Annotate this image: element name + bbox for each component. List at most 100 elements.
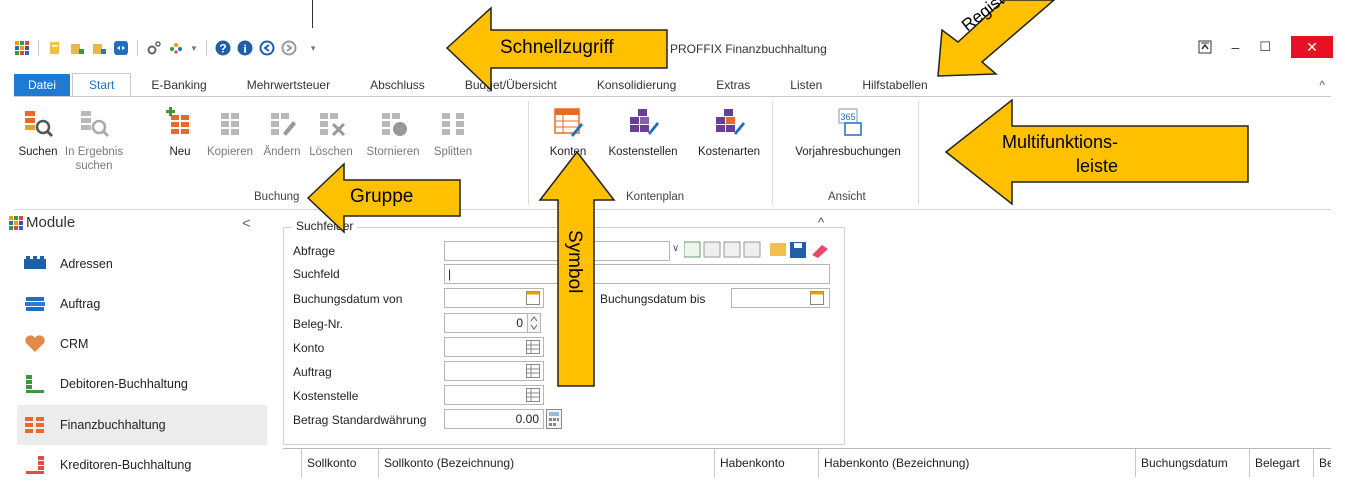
previous-year-button[interactable]: 365 Vorjahresbuchungen xyxy=(786,105,910,159)
tab-listen[interactable]: Listen xyxy=(770,74,842,96)
new-button[interactable]: Neu xyxy=(162,105,198,159)
cancel-booking-button[interactable]: Stornieren xyxy=(360,105,426,159)
sidebar-item-auftrag[interactable]: Auftrag xyxy=(17,284,267,324)
previous-year-label: Vorjahresbuchungen xyxy=(795,146,901,158)
search-records-icon xyxy=(25,111,54,138)
cost-types-button[interactable]: Kostenarten xyxy=(694,105,764,159)
minimize-button[interactable]: – xyxy=(1232,39,1240,55)
callout-schnellzugriff-label: Schnellzugriff xyxy=(500,37,614,58)
group-separator xyxy=(772,101,773,205)
label-auftrag: Auftrag xyxy=(293,365,332,379)
sidebar-item-debitoren[interactable]: Debitoren-Buchhaltung xyxy=(17,364,267,404)
tab-datei[interactable]: Datei xyxy=(14,74,71,96)
callout-register-arrow xyxy=(937,0,1056,77)
color-dots-icon[interactable] xyxy=(168,40,184,56)
sidebar-item-label: Adressen xyxy=(60,257,113,271)
delete-button[interactable]: Löschen xyxy=(308,105,354,159)
forward-icon[interactable] xyxy=(281,40,297,56)
callout-gruppe-label: Gruppe xyxy=(350,186,414,207)
delete-button-label: Löschen xyxy=(309,146,353,158)
query-dropdown-icon[interactable]: ∨ xyxy=(672,243,679,254)
new-booking-icon xyxy=(166,107,189,134)
edit-button[interactable]: Ändern xyxy=(260,105,304,159)
tab-extras[interactable]: Extras xyxy=(696,74,770,96)
split-icon xyxy=(442,113,464,135)
split-button-label: Splitten xyxy=(433,146,473,158)
results-table: Sollkonto Sollkonto (Bezeichnung) Habenk… xyxy=(283,448,1331,480)
ledger-icon xyxy=(25,417,44,433)
sidebar-item-label: CRM xyxy=(60,337,89,351)
window-title: PROFFIX Finanzbuchhaltung xyxy=(670,42,827,56)
label-betrag: Betrag Standardwährung xyxy=(293,413,427,427)
lookup-table-icon[interactable] xyxy=(526,388,540,402)
search-in-results-button[interactable]: In Ergebnis suchen xyxy=(64,105,124,173)
label-beleg: Beleg-Nr. xyxy=(293,317,344,331)
label-suchfeld: Suchfeld xyxy=(293,267,340,281)
customize-toolbar-icon[interactable]: ▾ xyxy=(311,43,316,54)
group-label-ansicht: Ansicht xyxy=(828,191,866,203)
delete-record-icon[interactable] xyxy=(91,40,107,56)
tab-start[interactable]: Start xyxy=(72,73,132,96)
sidebar-item-crm[interactable]: CRM xyxy=(17,324,267,364)
split-button[interactable]: Splitten xyxy=(428,105,478,159)
column-header-sollkonto-bezeichnung[interactable]: Sollkonto (Bezeichnung) xyxy=(378,449,714,477)
group-separator xyxy=(918,101,919,205)
module-grid-icon[interactable] xyxy=(14,40,30,56)
new-button-label: Neu xyxy=(169,146,191,158)
maximize-button[interactable]: ☐ xyxy=(1259,39,1271,55)
info-icon[interactable]: i xyxy=(237,40,253,56)
callout-multifunktion-label-2: leiste xyxy=(1076,156,1119,176)
sidebar-item-finanzbuchhaltung[interactable]: Finanzbuchhaltung xyxy=(17,405,267,445)
collapse-panel-icon[interactable]: ^ xyxy=(818,215,824,230)
calendar-365-icon: 365 xyxy=(838,108,862,136)
sidebar-item-label: Debitoren-Buchhaltung xyxy=(60,377,188,391)
column-header-be[interactable]: Be xyxy=(1313,449,1331,477)
order-icon xyxy=(25,297,45,311)
edit-document-icon[interactable] xyxy=(47,40,63,56)
callout-multifunktion-label-1: Multifunktions- xyxy=(1002,132,1119,152)
query-toolbar-icons[interactable] xyxy=(684,241,834,259)
dropdown-arrow-icon[interactable]: ▼ xyxy=(190,44,198,53)
modules-grid-icon xyxy=(9,216,23,230)
sidebar-title: Module xyxy=(26,214,76,231)
back-icon[interactable] xyxy=(259,40,275,56)
cost-types-label: Kostenarten xyxy=(697,146,760,158)
sidebar-item-kreditoren[interactable]: Kreditoren-Buchhaltung xyxy=(17,445,267,485)
calendar-icon[interactable] xyxy=(810,291,824,305)
column-header-belegart[interactable]: Belegart xyxy=(1249,449,1313,477)
tab-e-banking[interactable]: E-Banking xyxy=(131,74,226,96)
help-icon[interactable]: ? xyxy=(215,40,231,56)
text-cursor: | xyxy=(448,267,452,281)
sidebar-item-adressen[interactable]: Adressen xyxy=(17,244,267,284)
tab-abschluss[interactable]: Abschluss xyxy=(350,74,445,96)
column-header-habenkonto-bezeichnung[interactable]: Habenkonto (Bezeichnung) xyxy=(818,449,1135,477)
settings-icon[interactable] xyxy=(146,40,162,56)
tab-mehrwertsteuer[interactable]: Mehrwertsteuer xyxy=(227,74,350,96)
label-abfrage: Abfrage xyxy=(293,244,336,258)
heart-icon xyxy=(25,335,45,352)
window-controls: – ☐ ✕ xyxy=(1198,36,1333,58)
new-record-icon[interactable] xyxy=(69,40,85,56)
copy-button[interactable]: Kopieren xyxy=(204,105,256,159)
search-button[interactable]: Suchen xyxy=(14,105,62,159)
column-header-habenkonto[interactable]: Habenkonto xyxy=(714,449,818,477)
group-separator xyxy=(528,101,529,205)
close-button[interactable]: ✕ xyxy=(1291,36,1333,58)
svg-text:365: 365 xyxy=(840,112,855,122)
group-label-kontenplan: Kontenplan xyxy=(626,191,685,203)
calculator-icon[interactable] xyxy=(546,409,562,429)
copy-icon xyxy=(221,113,239,135)
teamviewer-icon[interactable] xyxy=(113,40,129,56)
collapse-ribbon-icon[interactable]: ^ xyxy=(1319,78,1325,92)
restore-ribbon-icon[interactable] xyxy=(1198,40,1212,54)
svg-text:?: ? xyxy=(219,42,226,56)
search-button-label: Suchen xyxy=(18,146,58,158)
column-header-sollkonto[interactable]: Sollkonto xyxy=(301,449,378,477)
document-number-input[interactable]: 0 xyxy=(444,313,528,333)
ribbon-tabs: Datei Start E-Banking Mehrwertsteuer Abs… xyxy=(14,73,1331,96)
column-header-buchungsdatum[interactable]: Buchungsdatum xyxy=(1135,449,1249,477)
search-field-input[interactable]: | xyxy=(444,264,830,284)
amount-input[interactable]: 0.00 xyxy=(444,409,544,429)
sidebar-collapse-button[interactable]: < xyxy=(242,215,251,232)
edit-icon xyxy=(271,113,296,136)
